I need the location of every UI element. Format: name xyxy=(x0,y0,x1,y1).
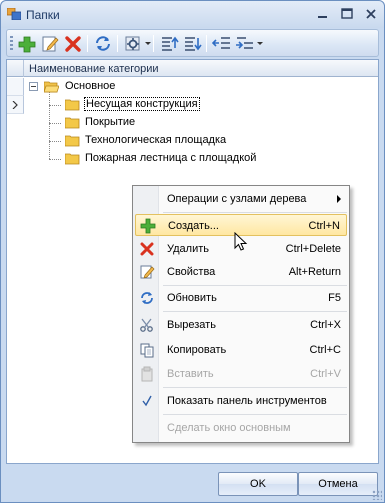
checkmark-icon xyxy=(142,395,152,407)
toolbar-grip[interactable] xyxy=(10,36,13,52)
app-icon xyxy=(7,8,21,20)
menu-item-properties[interactable]: Свойства Alt+Return xyxy=(135,261,347,283)
menu-item-label: Копировать xyxy=(167,344,227,356)
current-row-arrow-icon xyxy=(12,101,18,109)
menu-separator xyxy=(163,212,347,213)
edit-icon[interactable] xyxy=(40,34,60,53)
indent-icon[interactable] xyxy=(235,34,255,53)
tree-node-label: Пожарная лестница с площадкой xyxy=(85,152,257,164)
paste-icon xyxy=(141,366,153,382)
toolbar-separator xyxy=(153,35,154,52)
menu-item-label: Создать... xyxy=(168,220,219,232)
add-icon xyxy=(140,218,156,234)
minimize-icon[interactable] xyxy=(315,6,331,22)
menu-item-tree-operations[interactable]: Операции с узлами дерева xyxy=(135,188,347,210)
scissors-icon xyxy=(140,318,153,332)
dialog-button-bar: OK Отмена xyxy=(1,466,384,502)
menu-item-label: Показать панель инструментов xyxy=(167,395,327,407)
menu-separator xyxy=(163,311,347,312)
add-icon[interactable] xyxy=(17,34,37,53)
settings-icon[interactable] xyxy=(123,34,143,53)
submenu-arrow-icon xyxy=(337,195,341,203)
toolbar-separator xyxy=(87,35,88,52)
collapse-icon[interactable] xyxy=(29,82,38,91)
tree-node-label: Технологическая площадка xyxy=(85,134,227,146)
tree-node-root[interactable]: Основное xyxy=(27,78,227,96)
menu-item-label: Удалить xyxy=(167,243,209,255)
refresh-icon xyxy=(141,292,153,304)
menu-item-label: Операции с узлами дерева xyxy=(167,193,307,205)
tree-line xyxy=(49,123,61,124)
folder-icon xyxy=(65,99,80,111)
outdent-icon[interactable] xyxy=(212,34,232,53)
row-indicator xyxy=(7,78,24,96)
refresh-icon[interactable] xyxy=(93,34,113,53)
maximize-icon[interactable] xyxy=(339,6,355,22)
tree-node-label: Основное xyxy=(65,80,116,92)
mouse-cursor-icon xyxy=(234,232,248,251)
folder-icon xyxy=(65,117,80,129)
indent-dropdown-arrow[interactable] xyxy=(257,42,263,45)
tree-node[interactable]: Пожарная лестница с площадкой xyxy=(61,150,361,168)
menu-item-shortcut: Ctrl+X xyxy=(310,319,341,331)
title-bar[interactable]: Папки xyxy=(1,1,384,28)
tree-line xyxy=(49,105,61,106)
copy-icon xyxy=(140,343,154,358)
column-header-name[interactable]: Наименование категории xyxy=(29,63,159,75)
folder-icon xyxy=(65,153,80,165)
menu-item-shortcut: Alt+Return xyxy=(288,266,341,278)
menu-separator xyxy=(163,387,347,388)
tree-node[interactable]: Покрытие xyxy=(61,114,361,132)
menu-item-shortcut: Ctrl+Delete xyxy=(285,243,341,255)
menu-separator xyxy=(163,414,347,415)
ok-button[interactable]: OK xyxy=(218,472,298,496)
toolbar-separator xyxy=(117,35,118,52)
row-indicator-current xyxy=(7,96,24,114)
menu-item-copy[interactable]: Копировать Ctrl+C xyxy=(135,339,347,361)
folder-open-icon xyxy=(44,81,59,93)
tree-node[interactable]: Несущая конструкция xyxy=(61,96,385,114)
menu-item-paste[interactable]: Вставить Ctrl+V xyxy=(135,363,347,385)
menu-item-label: Вырезать xyxy=(167,319,216,331)
menu-item-label: Обновить xyxy=(167,292,217,304)
menu-item-label: Вставить xyxy=(167,368,214,380)
tree-node[interactable]: Технологическая площадка xyxy=(61,132,361,150)
move-up-icon[interactable] xyxy=(159,34,179,53)
menu-item-show-toolbar[interactable]: Показать панель инструментов xyxy=(135,390,347,412)
cancel-button[interactable]: Отмена xyxy=(298,472,378,496)
menu-item-shortcut: Ctrl+V xyxy=(310,368,341,380)
toolbar xyxy=(6,29,379,57)
menu-separator xyxy=(163,285,347,286)
menu-item-make-main-window[interactable]: Сделать окно основным xyxy=(135,417,347,439)
tree-line xyxy=(49,141,61,142)
settings-dropdown-arrow[interactable] xyxy=(145,42,151,45)
menu-item-shortcut: Ctrl+N xyxy=(308,220,340,232)
move-down-icon[interactable] xyxy=(182,34,202,53)
edit-icon xyxy=(140,265,155,279)
tree-node-label: Несущая конструкция xyxy=(84,97,200,111)
window-title: Папки xyxy=(26,8,60,22)
tree-line xyxy=(49,159,61,160)
delete-icon[interactable] xyxy=(63,34,83,53)
toolbar-separator xyxy=(206,35,207,52)
resize-grip[interactable] xyxy=(372,490,382,500)
tree-node-label: Покрытие xyxy=(85,116,136,128)
context-menu: Операции с узлами дерева Создать... Ctrl… xyxy=(132,185,350,443)
menu-item-label: Свойства xyxy=(167,266,216,278)
grid-header-corner xyxy=(7,60,24,77)
menu-item-cut[interactable]: Вырезать Ctrl+X xyxy=(135,314,347,336)
close-icon[interactable] xyxy=(363,6,379,22)
menu-item-refresh[interactable]: Обновить F5 xyxy=(135,287,347,309)
folder-icon xyxy=(65,135,80,147)
delete-icon xyxy=(140,242,154,256)
menu-item-shortcut: Ctrl+C xyxy=(309,344,341,356)
menu-item-shortcut: F5 xyxy=(328,292,341,304)
menu-item-label: Сделать окно основным xyxy=(167,422,291,434)
grid-header: Наименование категории xyxy=(7,60,378,77)
